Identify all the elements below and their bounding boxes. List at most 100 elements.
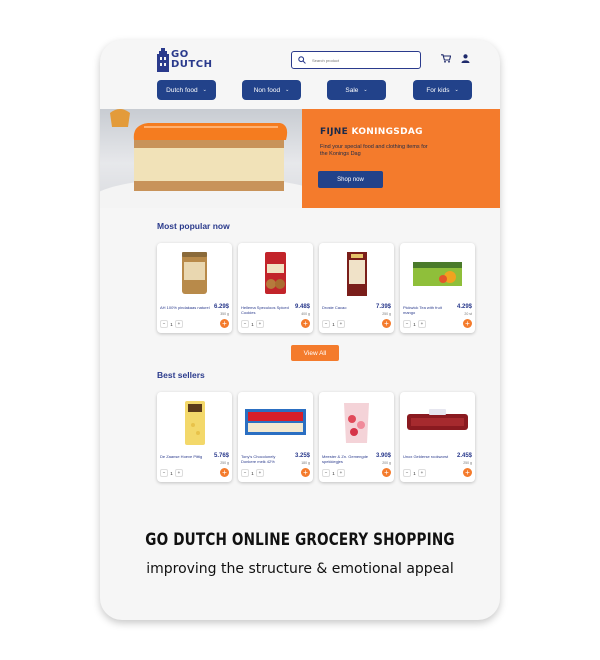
- quantity-value: 1: [251, 470, 254, 476]
- product-card[interactable]: AH 100% pindakaas naturel 6.29$ 350 g − …: [157, 243, 232, 333]
- product-weight: 350 g: [220, 312, 229, 316]
- shop-now-button[interactable]: Shop now: [318, 171, 383, 188]
- product-price: 3.25$: [294, 453, 310, 459]
- minus-icon[interactable]: −: [322, 469, 330, 477]
- brand-name: GO DUTCH: [171, 50, 212, 70]
- sausage-pack-image: [407, 409, 468, 430]
- quantity-value: 1: [170, 321, 173, 327]
- add-to-cart-button[interactable]: +: [463, 319, 472, 328]
- product-price: 9.48$: [294, 304, 310, 310]
- nav-non-food[interactable]: Non food ⌄: [242, 80, 301, 100]
- product-card[interactable]: Pickwick Tea with fruit mango 4.29$ 20 s…: [400, 243, 475, 333]
- plus-icon[interactable]: +: [337, 469, 345, 477]
- nav-dutch-food[interactable]: Dutch food ⌄: [157, 80, 216, 100]
- product-price: 3.90$: [375, 453, 391, 459]
- chocolate-bar-image: [245, 409, 306, 435]
- product-price: 4.29$: [456, 304, 472, 310]
- search-box[interactable]: [291, 51, 421, 69]
- nav-label: For kids: [426, 86, 450, 94]
- cart-icon[interactable]: [441, 54, 451, 63]
- search-input[interactable]: [310, 56, 414, 64]
- product-name: Meester & Zn. Gemengde spekkiegjes: [322, 454, 369, 464]
- cheese-pack-image: [185, 401, 205, 445]
- add-to-cart-button[interactable]: +: [220, 468, 229, 477]
- product-card[interactable]: Tony's Chocolonely Donkere melk 42% 3.25…: [238, 392, 313, 482]
- nav-for-kids[interactable]: For kids ⌄: [413, 80, 472, 100]
- add-to-cart-button[interactable]: +: [220, 319, 229, 328]
- quantity-stepper: − 1 +: [241, 320, 264, 328]
- product-name: Droste Cacao: [322, 305, 347, 310]
- product-price: 6.29$: [213, 304, 229, 310]
- add-to-cart-button[interactable]: +: [463, 468, 472, 477]
- chevron-down-icon: ⌄: [363, 87, 368, 93]
- plus-icon[interactable]: +: [256, 469, 264, 477]
- hero-image-tompouce: [100, 109, 302, 208]
- add-to-cart-button[interactable]: +: [382, 319, 391, 328]
- quantity-stepper: − 1 +: [322, 469, 345, 477]
- product-weight: 250 g: [463, 461, 472, 465]
- plus-icon[interactable]: +: [175, 469, 183, 477]
- product-name: Pickwick Tea with fruit mango: [403, 305, 442, 315]
- minus-icon[interactable]: −: [160, 320, 168, 328]
- product-card[interactable]: De Zaanse Hoeve Pittig 5.76$ 250 g − 1 +…: [157, 392, 232, 482]
- product-weight: 250 g: [382, 312, 391, 316]
- user-icon[interactable]: [461, 54, 470, 63]
- product-weight: 200 g: [382, 461, 391, 465]
- nav-label: Sale: [345, 86, 359, 94]
- product-card[interactable]: Hellema Speculoos Spiced Cookies 9.48$ 4…: [238, 243, 313, 333]
- minus-icon[interactable]: −: [160, 469, 168, 477]
- quantity-value: 1: [413, 470, 416, 476]
- quantity-stepper: − 1 +: [322, 320, 345, 328]
- product-name: Tony's Chocolonely Donkere melk 42%: [241, 454, 276, 464]
- product-name: De Zaanse Hoeve Pittig: [160, 454, 203, 459]
- quantity-value: 1: [332, 321, 335, 327]
- candy-bag-image: [344, 403, 369, 443]
- plus-icon[interactable]: +: [418, 469, 426, 477]
- product-name: AH 100% pindakaas naturel: [160, 305, 210, 310]
- quantity-value: 1: [170, 470, 173, 476]
- product-name: Hellema Speculoos Spiced Cookies: [241, 305, 289, 315]
- add-to-cart-button[interactable]: +: [301, 319, 310, 328]
- nav-label: Dutch food: [166, 86, 198, 94]
- chevron-down-icon: ⌄: [454, 87, 459, 93]
- plus-icon[interactable]: +: [418, 320, 426, 328]
- hero-title-part2: KONINGSDAG: [351, 127, 423, 137]
- plus-icon[interactable]: +: [337, 320, 345, 328]
- product-card[interactable]: Meester & Zn. Gemengde spekkiegjes 3.90$…: [319, 392, 394, 482]
- quantity-stepper: − 1 +: [241, 469, 264, 477]
- caption-subtitle: improving the structure & emotional appe…: [146, 561, 454, 577]
- quantity-stepper: − 1 +: [160, 469, 183, 477]
- minus-icon[interactable]: −: [322, 320, 330, 328]
- hero-title: FIJNE KONINGSDAG: [320, 127, 423, 137]
- product-price: 7.39$: [375, 304, 391, 310]
- peanut-butter-jar-image: [182, 252, 207, 294]
- product-price: 5.76$: [213, 453, 229, 459]
- quantity-value: 1: [413, 321, 416, 327]
- hero-title-part1: FIJNE: [320, 127, 349, 137]
- view-all-button[interactable]: View All: [291, 345, 339, 361]
- product-weight: 250 g: [220, 461, 229, 465]
- product-weight: 20 st: [464, 312, 472, 316]
- quantity-value: 1: [332, 470, 335, 476]
- add-to-cart-button[interactable]: +: [382, 468, 391, 477]
- plus-icon[interactable]: +: [175, 320, 183, 328]
- product-price: 2.45$: [456, 453, 472, 459]
- minus-icon[interactable]: −: [241, 469, 249, 477]
- chevron-down-icon: ⌄: [202, 87, 207, 93]
- minus-icon[interactable]: −: [403, 469, 411, 477]
- minus-icon[interactable]: −: [403, 320, 411, 328]
- nav-sale[interactable]: Sale ⌄: [327, 80, 386, 100]
- chevron-down-icon: ⌄: [285, 87, 290, 93]
- product-card[interactable]: Unox Gelderse rookworst 2.45$ 250 g − 1 …: [400, 392, 475, 482]
- search-icon: [298, 56, 306, 64]
- brand-logo[interactable]: GO DUTCH: [157, 48, 212, 72]
- hero-subtitle: Find your special food and clothing item…: [320, 144, 428, 157]
- add-to-cart-button[interactable]: +: [301, 468, 310, 477]
- section-title-best-sellers: Best sellers: [157, 370, 205, 380]
- minus-icon[interactable]: −: [241, 320, 249, 328]
- plus-icon[interactable]: +: [256, 320, 264, 328]
- product-card[interactable]: Droste Cacao 7.39$ 250 g − 1 + +: [319, 243, 394, 333]
- section-title-most-popular: Most popular now: [157, 221, 230, 231]
- quantity-value: 1: [251, 321, 254, 327]
- speculoos-cookies-image: [265, 252, 286, 294]
